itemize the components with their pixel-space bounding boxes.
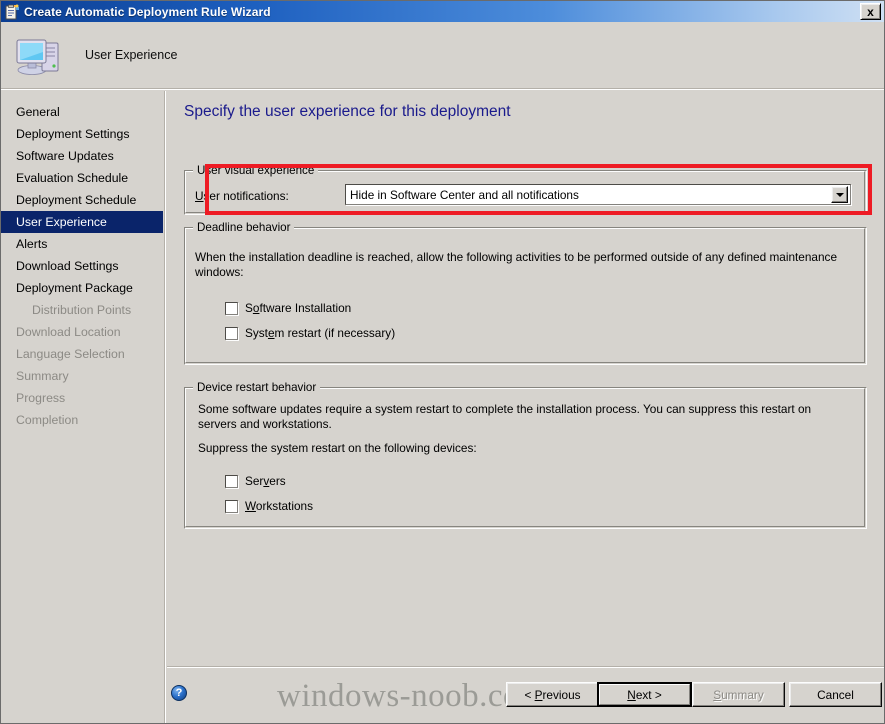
software-installation-checkbox-row[interactable]: Software Installation (225, 301, 351, 315)
wizard-window: Create Automatic Deployment Rule Wizard … (0, 0, 885, 724)
sidebar-item-evaluation-schedule[interactable]: Evaluation Schedule (1, 167, 163, 189)
workstations-label: Workstations (245, 499, 313, 513)
software-installation-checkbox[interactable] (225, 301, 238, 315)
cancel-button[interactable]: Cancel (789, 682, 882, 707)
help-question-icon[interactable]: ? (171, 685, 187, 701)
sidebar-item-distribution-points: Distribution Points (32, 303, 132, 317)
user-notifications-label: User notifications: (195, 189, 289, 203)
window-title: Create Automatic Deployment Rule Wizard (24, 4, 271, 19)
device-restart-behavior-legend: Device restart behavior (193, 381, 321, 394)
sidebar-item-download-location: Download Location (16, 325, 121, 339)
previous-button[interactable]: < Previous (506, 682, 599, 707)
chevron-down-icon[interactable] (831, 186, 848, 203)
computer-icon (15, 33, 63, 77)
deadline-behavior-legend: Deadline behavior (193, 221, 295, 234)
system-restart-checkbox[interactable] (225, 326, 238, 340)
header-title: User Experience (85, 48, 178, 62)
servers-label: Servers (245, 474, 286, 488)
sidebar-item-software-updates[interactable]: Software Updates (1, 145, 163, 167)
device-restart-subprompt: Suppress the system restart on the follo… (198, 441, 477, 455)
device-restart-description: Some software updates require a system r… (198, 402, 812, 431)
sidebar-item-language-selection: Language Selection (16, 347, 125, 361)
summary-button: Summary (692, 682, 785, 707)
user-notifications-value: Hide in Software Center and all notifica… (350, 187, 579, 202)
close-icon[interactable]: x (860, 3, 881, 20)
sidebar-item-deployment-settings[interactable]: Deployment Settings (1, 123, 163, 145)
workstations-checkbox[interactable] (225, 499, 238, 513)
next-button[interactable]: Next > (597, 682, 692, 707)
wizard-step-nav: General Deployment Settings Software Upd… (1, 91, 163, 723)
wizard-clipboard-icon (4, 4, 20, 20)
user-visual-experience-legend: User visual experience (193, 164, 319, 177)
sidebar-item-deployment-package[interactable]: Deployment Package (1, 277, 163, 299)
page-title: Specify the user experience for this dep… (184, 103, 511, 120)
wizard-footer: windows-noob.com ? < Previous Next > Sum… (167, 668, 884, 723)
title-bar: Create Automatic Deployment Rule Wizard … (1, 1, 884, 22)
system-restart-checkbox-row[interactable]: System restart (if necessary) (225, 326, 395, 340)
sidebar-divider (164, 91, 166, 723)
deadline-behavior-description: When the installation deadline is reache… (195, 250, 838, 279)
deadline-behavior-group: Deadline behavior (184, 221, 867, 365)
sidebar-item-deployment-schedule[interactable]: Deployment Schedule (1, 189, 163, 211)
header-divider (1, 88, 884, 90)
sidebar-item-alerts[interactable]: Alerts (1, 233, 163, 255)
servers-checkbox[interactable] (225, 474, 238, 488)
sidebar-item-general[interactable]: General (1, 101, 163, 123)
sidebar-item-download-settings[interactable]: Download Settings (1, 255, 163, 277)
sidebar-item-summary: Summary (16, 369, 69, 383)
wizard-header: User Experience (1, 22, 884, 88)
sidebar-item-progress: Progress (16, 391, 66, 405)
software-installation-label: Software Installation (245, 301, 352, 315)
workstations-checkbox-row[interactable]: Workstations (225, 499, 313, 513)
sidebar-item-user-experience[interactable]: User Experience (1, 211, 163, 233)
servers-checkbox-row[interactable]: Servers (225, 474, 286, 488)
wizard-content-panel: Specify the user experience for this dep… (167, 91, 884, 666)
sidebar-item-completion: Completion (16, 413, 79, 427)
system-restart-label: System restart (if necessary) (245, 326, 396, 340)
user-notifications-dropdown[interactable]: Hide in Software Center and all notifica… (345, 184, 851, 205)
